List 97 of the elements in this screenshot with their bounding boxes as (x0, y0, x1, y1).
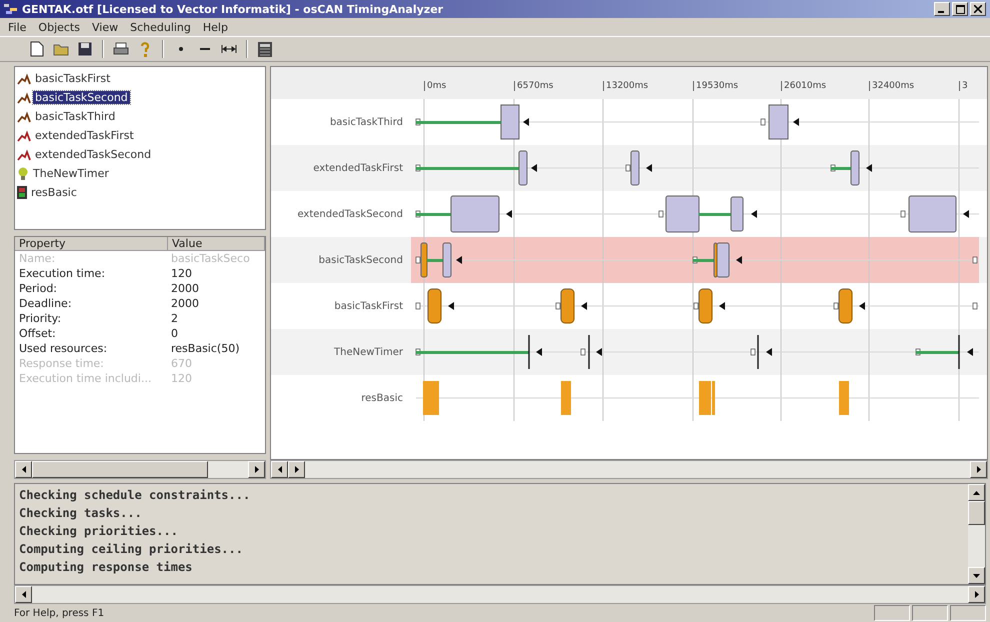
log-line: Computing ceiling priorities... (19, 541, 244, 558)
property-value: 120 (170, 267, 193, 280)
row-label: basicTaskFirst (333, 300, 404, 312)
status-pane (912, 605, 948, 621)
resource-icon (17, 186, 27, 199)
menu-item[interactable]: View (88, 20, 122, 34)
time-tick: 19530ms (693, 81, 738, 91)
horizontal-scrollbar[interactable] (14, 585, 986, 604)
floppy-icon (78, 42, 92, 56)
row-label: extendedTaskFirst (312, 162, 404, 174)
property-name: Name: (18, 252, 56, 265)
right-arrow-icon (974, 591, 978, 598)
minimize-button[interactable] (934, 2, 950, 16)
tree-item[interactable]: extendedTaskFirst (33, 129, 136, 142)
fit-width-icon (221, 45, 237, 53)
status-text: For Help, press F1 (14, 608, 106, 618)
scroll-left-button[interactable] (15, 461, 32, 478)
folder-icon (53, 42, 69, 56)
property-value: 2000 (170, 297, 200, 310)
property-name: Offset: (18, 327, 57, 340)
minus-icon (200, 48, 210, 50)
tree-item[interactable]: TheNewTimer (31, 167, 111, 180)
property-value: 0 (170, 327, 179, 340)
status-pane (950, 605, 986, 621)
vertical-scrollbar[interactable] (968, 484, 985, 584)
scrollbar-thumb[interactable] (32, 461, 208, 478)
tree-item[interactable]: basicTaskSecond (33, 91, 130, 104)
time-tick: 6570ms (514, 81, 554, 91)
property-value: basicTaskSeco (170, 252, 251, 265)
maximize-icon (956, 4, 964, 14)
row-label: basicTaskSecond (318, 254, 404, 266)
right-arrow-icon (976, 466, 980, 473)
property-name: Deadline: (18, 297, 73, 310)
scroll-right-button[interactable] (970, 461, 987, 478)
property-name: Used resources: (18, 342, 108, 355)
row-label: basicTaskThird (328, 116, 404, 128)
close-icon (974, 5, 982, 13)
scroll-right-button[interactable] (248, 461, 265, 478)
log-line: Checking tasks... (19, 505, 143, 522)
down-arrow-icon (973, 574, 980, 578)
left-arrow-icon (22, 591, 26, 598)
app-icon (4, 3, 18, 15)
status-pane (874, 605, 910, 621)
window-title: GENTAK.otf [Licensed to Vector Informatik] - osCAN TimingAnalyzer (22, 2, 444, 16)
horizontal-scrollbar[interactable] (270, 460, 988, 479)
log-line: Checking schedule constraints... (19, 487, 252, 504)
question-mark-icon (140, 42, 150, 56)
left-arrow-icon (22, 466, 26, 473)
time-tick: 32400ms (869, 81, 914, 91)
scroll-left-button[interactable] (271, 461, 288, 478)
property-name: Priority: (18, 312, 62, 325)
close-button[interactable] (970, 2, 986, 16)
time-tick: 0ms (424, 81, 446, 91)
column-header[interactable]: Property (15, 237, 168, 250)
property-name: Period: (18, 282, 58, 295)
menu-item[interactable]: Help (198, 20, 232, 34)
time-tick: 13200ms (603, 81, 648, 91)
column-header[interactable]: Value (168, 237, 265, 250)
calculator-icon (258, 42, 272, 56)
horizontal-scrollbar[interactable] (14, 460, 266, 479)
scroll-right-button[interactable] (968, 586, 985, 603)
right-arrow-icon (254, 466, 258, 473)
bulb-icon (17, 167, 29, 180)
property-value: 120 (170, 372, 193, 385)
row-label: extendedTaskSecond (296, 208, 404, 220)
scroll-down-button[interactable] (968, 567, 985, 584)
up-arrow-icon (973, 490, 980, 494)
time-tick: 26010ms (781, 81, 826, 91)
scroll-right-button[interactable] (288, 461, 305, 478)
log-line: Computing response times (19, 559, 194, 576)
tree-item[interactable]: basicTaskThird (33, 110, 118, 123)
log-line: Checking priorities... (19, 523, 179, 540)
property-name: Execution time includi... (18, 372, 152, 385)
property-value: 670 (170, 357, 193, 370)
property-name: Response time: (18, 357, 105, 370)
menu-item[interactable]: Objects (34, 20, 84, 34)
tree-item[interactable]: resBasic (29, 186, 79, 199)
property-value: resBasic(50) (170, 342, 240, 355)
menu-item[interactable]: File (4, 20, 30, 34)
tree-item[interactable]: basicTaskFirst (33, 72, 112, 85)
scroll-up-button[interactable] (968, 484, 985, 501)
scrollbar-thumb[interactable] (968, 501, 985, 525)
time-tick: 3 (959, 81, 968, 91)
property-name: Execution time: (18, 267, 106, 280)
maximize-button[interactable] (952, 2, 968, 16)
property-value: 2000 (170, 282, 200, 295)
row-label: TheNewTimer (333, 346, 404, 358)
document-icon (30, 41, 44, 57)
dot-icon (179, 47, 183, 51)
printer-icon (113, 42, 129, 56)
left-arrow-icon (278, 466, 282, 473)
tree-item[interactable]: extendedTaskSecond (33, 148, 154, 161)
scroll-left-button[interactable] (15, 586, 32, 603)
menu-item[interactable]: Scheduling (126, 20, 195, 34)
right-arrow-icon (294, 466, 298, 473)
property-value: 2 (170, 312, 179, 325)
row-label: resBasic (360, 392, 404, 404)
